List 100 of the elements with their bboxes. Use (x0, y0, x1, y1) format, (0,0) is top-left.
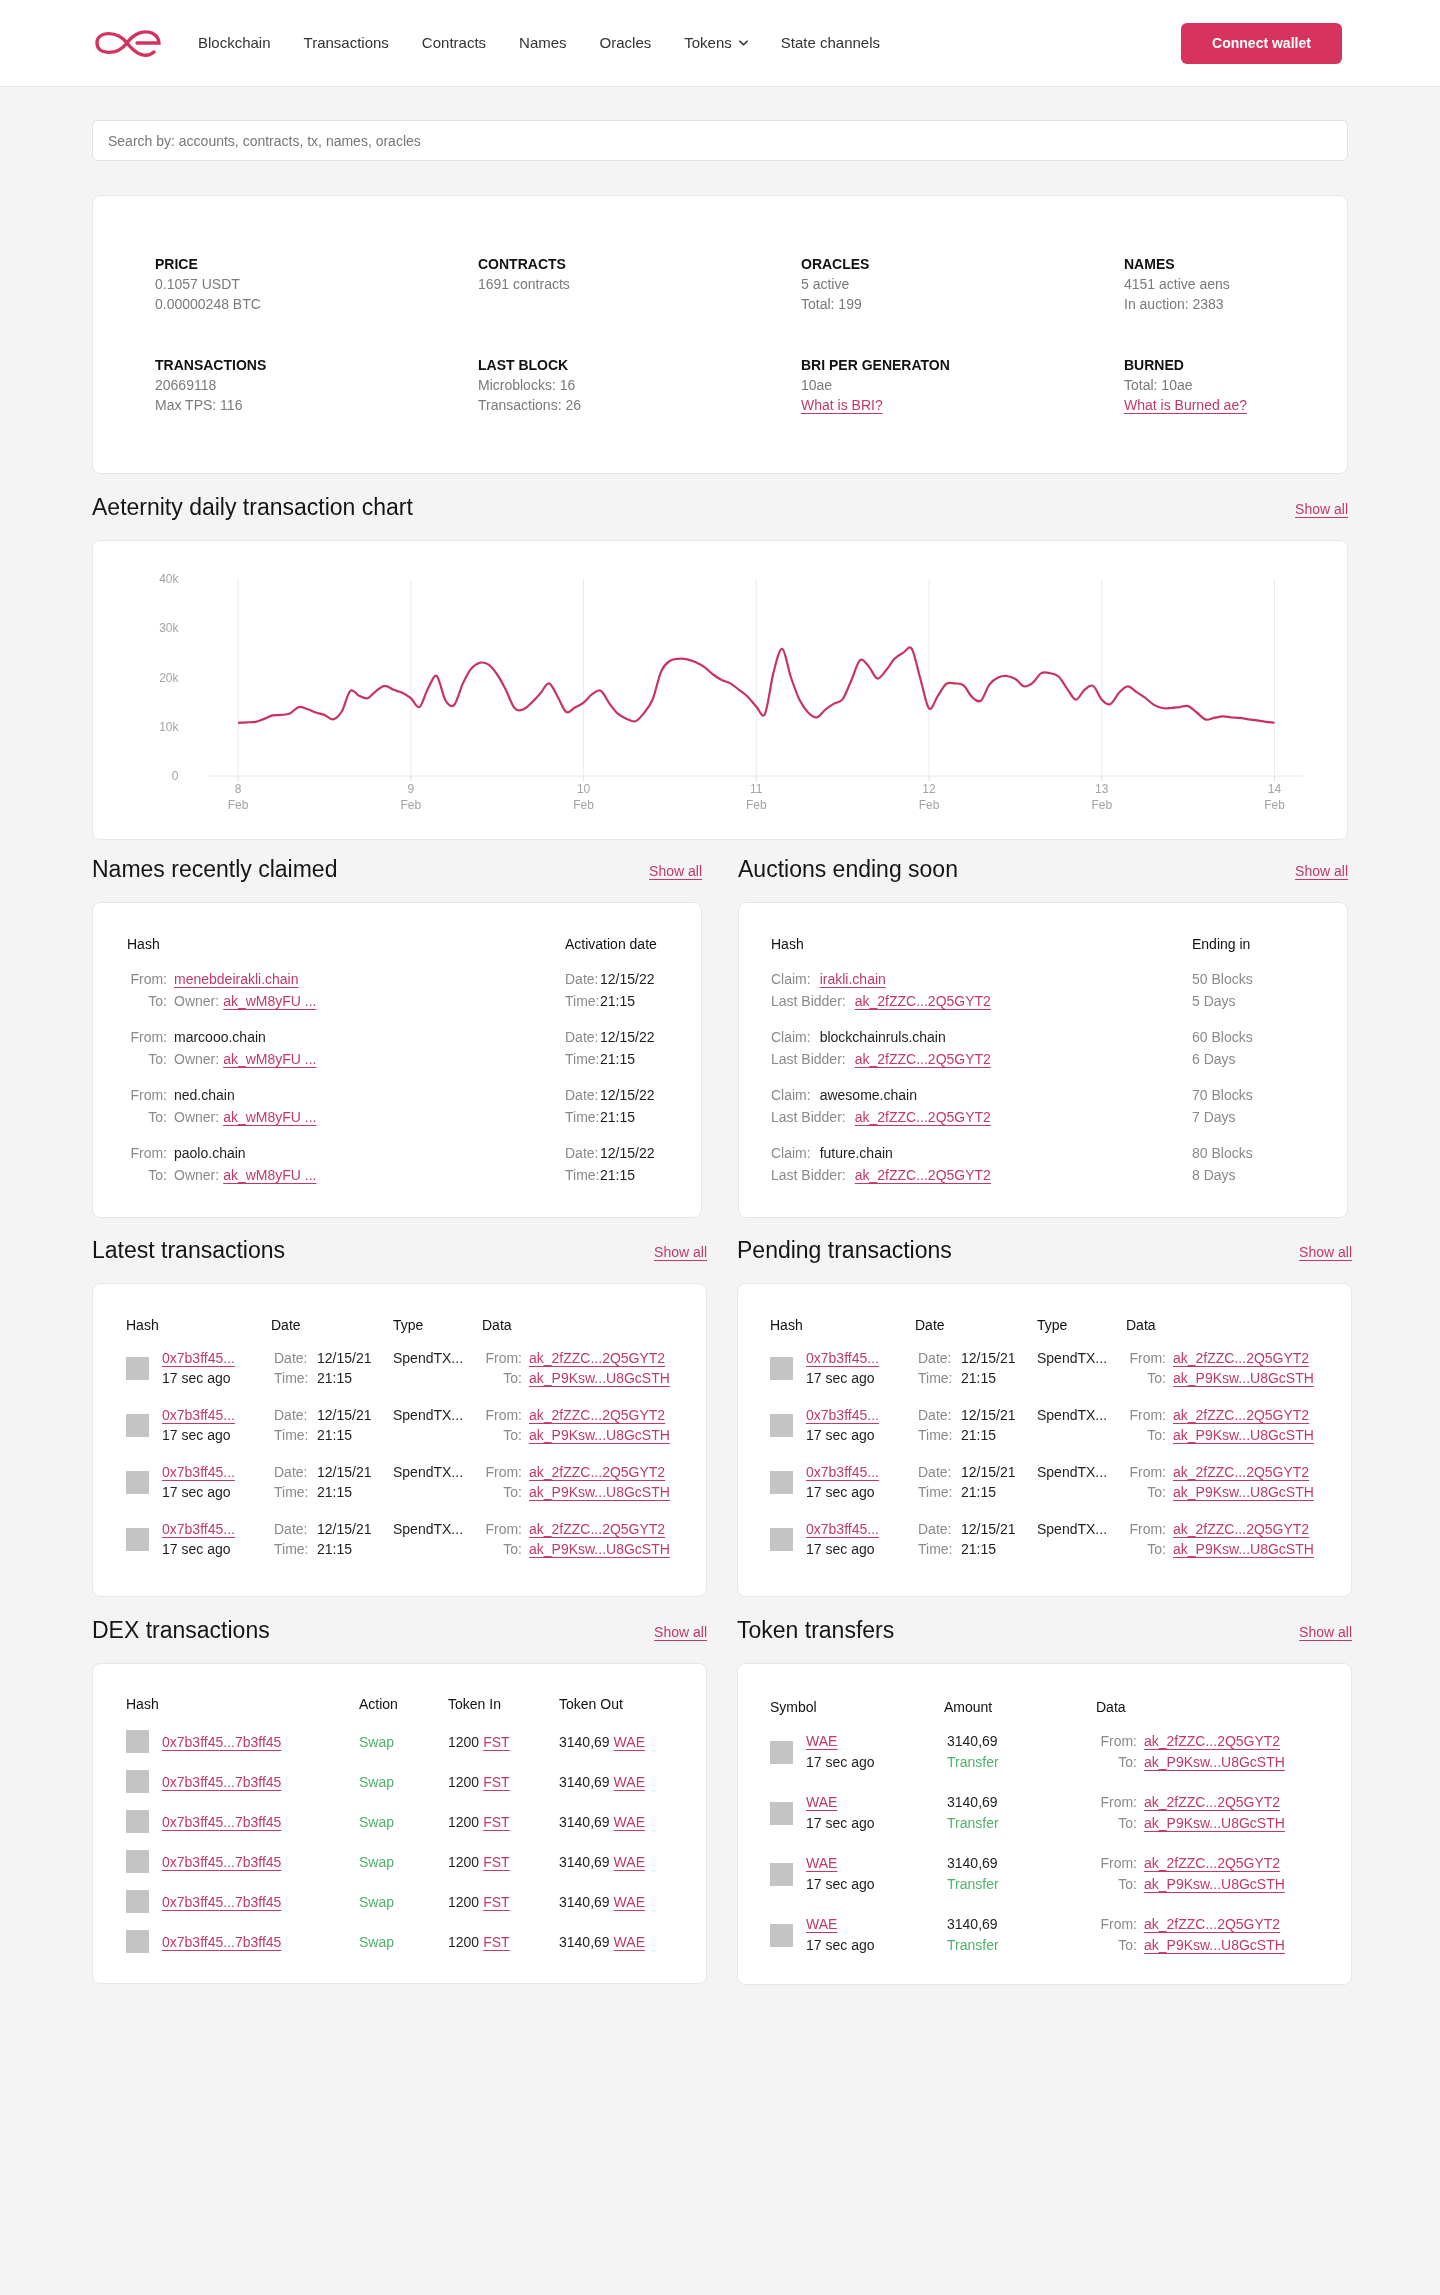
address-link[interactable]: ak_P9Ksw...U8GcSTH (1173, 1425, 1314, 1445)
nav-link[interactable]: Oracles (599, 31, 652, 55)
section-title: Token transfers (737, 1616, 895, 1645)
token-link[interactable]: FST (483, 1731, 510, 1752)
token-link[interactable]: FST (483, 1771, 510, 1792)
token-link[interactable]: FST (483, 1811, 510, 1832)
address-link[interactable]: ak_P9Ksw...U8GcSTH (1144, 1874, 1285, 1895)
name-link[interactable]: irakli.chain (819, 968, 886, 990)
stat-title: TRANSACTIONS (155, 356, 267, 375)
transfer-type-text: Transfer (947, 1814, 999, 1833)
column-header: Type (1037, 1316, 1068, 1335)
hash-link[interactable]: 0x7b3ff45...7b3ff45 (162, 1811, 282, 1832)
days-text: 7 Days (1192, 1108, 1236, 1127)
address-link[interactable]: ak_2fZZC...2Q5GYT2 (1144, 1914, 1281, 1935)
symbol-link[interactable]: WAE (806, 1914, 838, 1935)
to-label: To: (147, 992, 167, 1011)
symbol-link[interactable]: WAE (806, 1853, 838, 1874)
address-link[interactable]: ak_P9Ksw...U8GcSTH (1173, 1539, 1314, 1559)
date-label: Date: (274, 1520, 309, 1539)
address-link[interactable]: ak_2fZZC...2Q5GYT2 (1144, 1731, 1281, 1752)
token-link[interactable]: WAE (613, 1771, 645, 1792)
owner-link[interactable]: ak_wM8yFU ... (223, 990, 317, 1012)
column-header: Symbol (770, 1698, 817, 1717)
show-all-link[interactable]: Show all (1299, 1242, 1352, 1262)
nav-link[interactable]: Contracts (421, 31, 487, 55)
placeholder-square-icon (770, 1862, 793, 1886)
address-link[interactable]: ak_P9Ksw...U8GcSTH (1173, 1482, 1314, 1502)
bidder-link[interactable]: ak_2fZZC...2Q5GYT2 (854, 1048, 991, 1070)
show-all-link[interactable]: Show all (654, 1242, 707, 1262)
hash-link[interactable]: 0x7b3ff45... (162, 1405, 235, 1425)
bidder-link[interactable]: ak_2fZZC...2Q5GYT2 (854, 1106, 991, 1128)
nav-link[interactable]: Tokens (684, 31, 748, 55)
time-value: 21:15 (317, 1540, 353, 1559)
hash-link[interactable]: 0x7b3ff45...7b3ff45 (162, 1731, 282, 1752)
hash-link[interactable]: 0x7b3ff45...7b3ff45 (162, 1771, 282, 1792)
owner-link[interactable]: ak_wM8yFU ... (223, 1106, 317, 1128)
nav-link[interactable]: State channels (780, 31, 881, 55)
info-link[interactable]: What is Burned ae? (1124, 395, 1247, 415)
address-link[interactable]: ak_2fZZC...2Q5GYT2 (529, 1462, 666, 1482)
show-all-link[interactable]: Show all (1299, 1622, 1352, 1642)
symbol-link[interactable]: WAE (806, 1731, 838, 1752)
address-link[interactable]: ak_P9Ksw...U8GcSTH (529, 1482, 670, 1502)
token-link[interactable]: WAE (613, 1811, 645, 1832)
address-link[interactable]: ak_P9Ksw...U8GcSTH (529, 1425, 670, 1445)
address-link[interactable]: ak_2fZZC...2Q5GYT2 (529, 1519, 666, 1539)
nav-link[interactable]: Names (519, 31, 567, 55)
placeholder-square-icon (126, 1730, 149, 1753)
nav-link[interactable]: Transactions (303, 31, 389, 55)
hash-link[interactable]: 0x7b3ff45... (162, 1348, 235, 1368)
stat-value: 4151 active aens (1124, 275, 1230, 294)
hash-link[interactable]: 0x7b3ff45... (806, 1348, 879, 1368)
info-link[interactable]: What is BRI? (801, 395, 883, 415)
address-link[interactable]: ak_P9Ksw...U8GcSTH (529, 1368, 670, 1388)
owner-link[interactable]: ak_wM8yFU ... (223, 1164, 317, 1186)
connect-wallet-button[interactable]: Connect wallet (1181, 22, 1342, 64)
token-link[interactable]: WAE (613, 1851, 645, 1872)
address-link[interactable]: ak_2fZZC...2Q5GYT2 (529, 1405, 666, 1425)
token-link[interactable]: FST (483, 1851, 510, 1872)
hash-link[interactable]: 0x7b3ff45...7b3ff45 (162, 1891, 282, 1912)
hash-link[interactable]: 0x7b3ff45... (806, 1519, 879, 1539)
address-link[interactable]: ak_P9Ksw...U8GcSTH (1144, 1813, 1285, 1834)
token-link[interactable]: FST (483, 1891, 510, 1912)
bidder-link[interactable]: ak_2fZZC...2Q5GYT2 (854, 1164, 991, 1186)
bidder-link[interactable]: ak_2fZZC...2Q5GYT2 (854, 990, 991, 1012)
address-link[interactable]: ak_P9Ksw...U8GcSTH (529, 1539, 670, 1559)
amount-text: 1200 (448, 1732, 480, 1752)
address-link[interactable]: ak_2fZZC...2Q5GYT2 (1144, 1853, 1281, 1874)
hash-link[interactable]: 0x7b3ff45... (162, 1519, 235, 1539)
hash-link[interactable]: 0x7b3ff45...7b3ff45 (162, 1931, 282, 1952)
address-link[interactable]: ak_2fZZC...2Q5GYT2 (1173, 1462, 1310, 1482)
from-label: From: (1128, 1520, 1166, 1539)
address-link[interactable]: ak_P9Ksw...U8GcSTH (1144, 1935, 1285, 1956)
show-all-link[interactable]: Show all (1295, 861, 1348, 881)
name-link[interactable]: menebdeirakli.chain (174, 968, 299, 990)
symbol-link[interactable]: WAE (806, 1792, 838, 1813)
address-link[interactable]: ak_2fZZC...2Q5GYT2 (1173, 1519, 1310, 1539)
nav-link[interactable]: Blockchain (198, 31, 271, 55)
token-link[interactable]: WAE (613, 1931, 645, 1952)
search-field[interactable]: Search by: accounts, contracts, tx, names, oracles (92, 120, 1348, 161)
token-link[interactable]: FST (483, 1931, 510, 1952)
hash-link[interactable]: 0x7b3ff45...7b3ff45 (162, 1851, 282, 1872)
address-link[interactable]: ak_2fZZC...2Q5GYT2 (1173, 1348, 1310, 1368)
address-link[interactable]: ak_2fZZC...2Q5GYT2 (1173, 1405, 1310, 1425)
address-link[interactable]: ak_2fZZC...2Q5GYT2 (1144, 1792, 1281, 1813)
hash-link[interactable]: 0x7b3ff45... (806, 1462, 879, 1482)
address-link[interactable]: ak_2fZZC...2Q5GYT2 (529, 1348, 666, 1368)
hash-link[interactable]: 0x7b3ff45... (806, 1405, 879, 1425)
stat-value: 1691 contracts (478, 275, 570, 294)
show-all-link[interactable]: Show all (649, 861, 702, 881)
owner-link[interactable]: ak_wM8yFU ... (223, 1048, 317, 1070)
token-link[interactable]: WAE (613, 1891, 645, 1912)
time-value: 21:15 (600, 1050, 636, 1069)
hash-link[interactable]: 0x7b3ff45... (162, 1462, 235, 1482)
show-all-link[interactable]: Show all (1295, 499, 1348, 519)
logo-icon[interactable] (92, 28, 162, 58)
token-link[interactable]: WAE (613, 1731, 645, 1752)
show-all-link[interactable]: Show all (654, 1622, 707, 1642)
address-link[interactable]: ak_P9Ksw...U8GcSTH (1173, 1368, 1314, 1388)
date-value: 12/15/22 (600, 1086, 655, 1105)
address-link[interactable]: ak_P9Ksw...U8GcSTH (1144, 1752, 1285, 1773)
